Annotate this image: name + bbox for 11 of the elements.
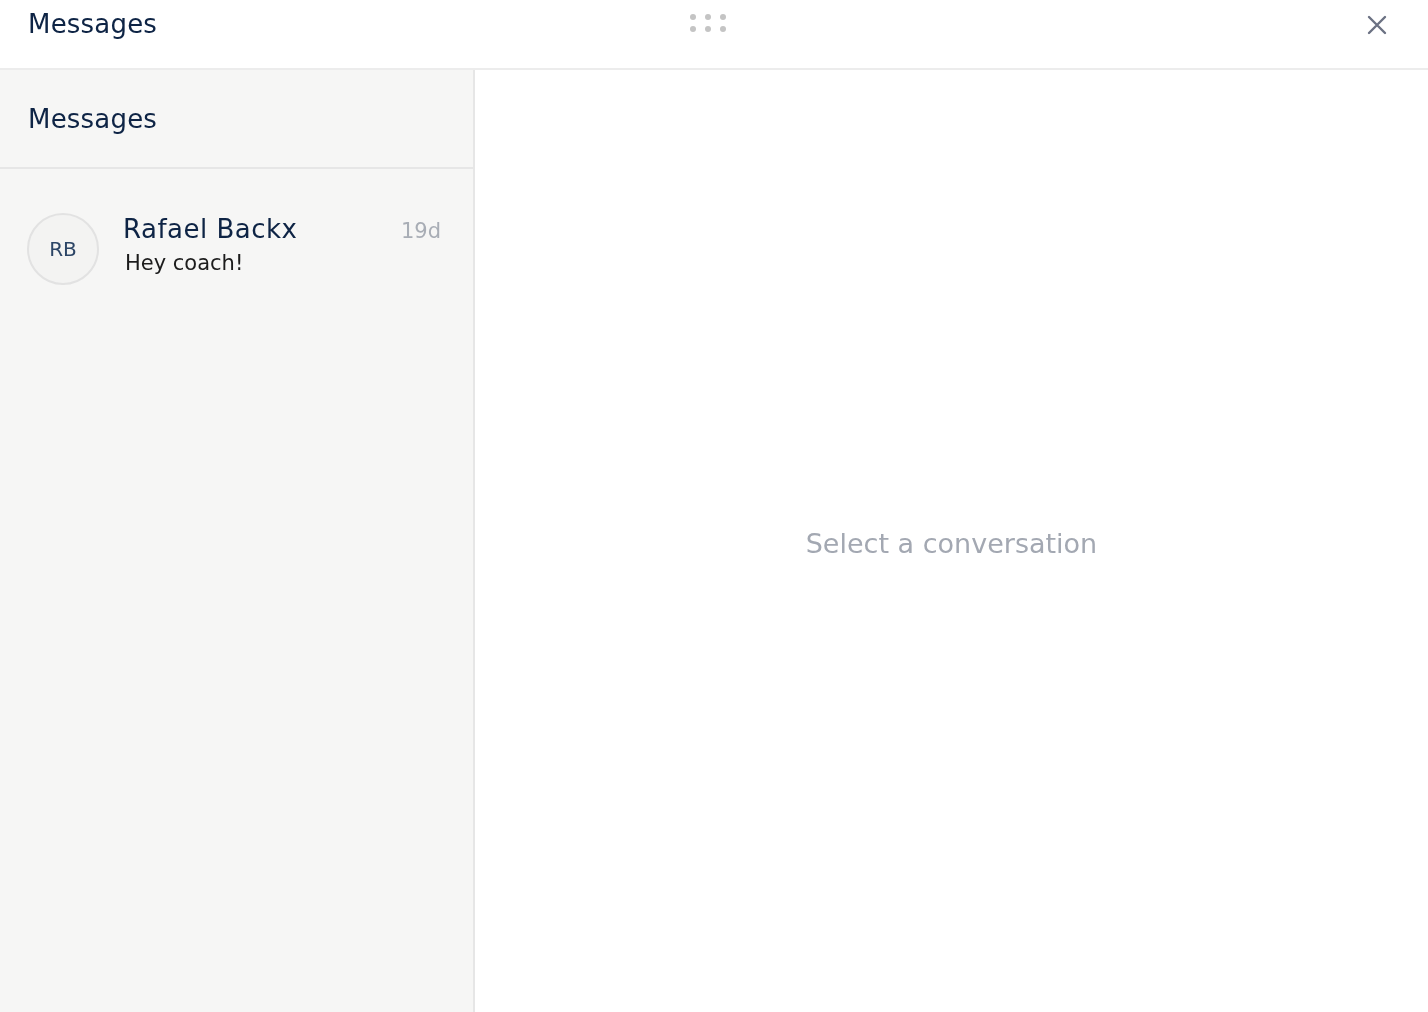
empty-state-text: Select a conversation (805, 527, 1098, 559)
sidebar-title: Messages (28, 103, 158, 134)
window-title: Messages (28, 9, 158, 39)
close-button[interactable] (1366, 14, 1388, 36)
message-time: 19d (400, 219, 441, 243)
avatar: RB (27, 213, 99, 285)
conversation-item[interactable]: RB Rafael Backx 19d Hey coach! (0, 212, 473, 286)
message-preview: Hey coach! (125, 251, 244, 275)
contact-name: Rafael Backx (123, 214, 298, 244)
close-icon (1367, 15, 1387, 35)
drag-handle-icon[interactable] (690, 14, 726, 32)
